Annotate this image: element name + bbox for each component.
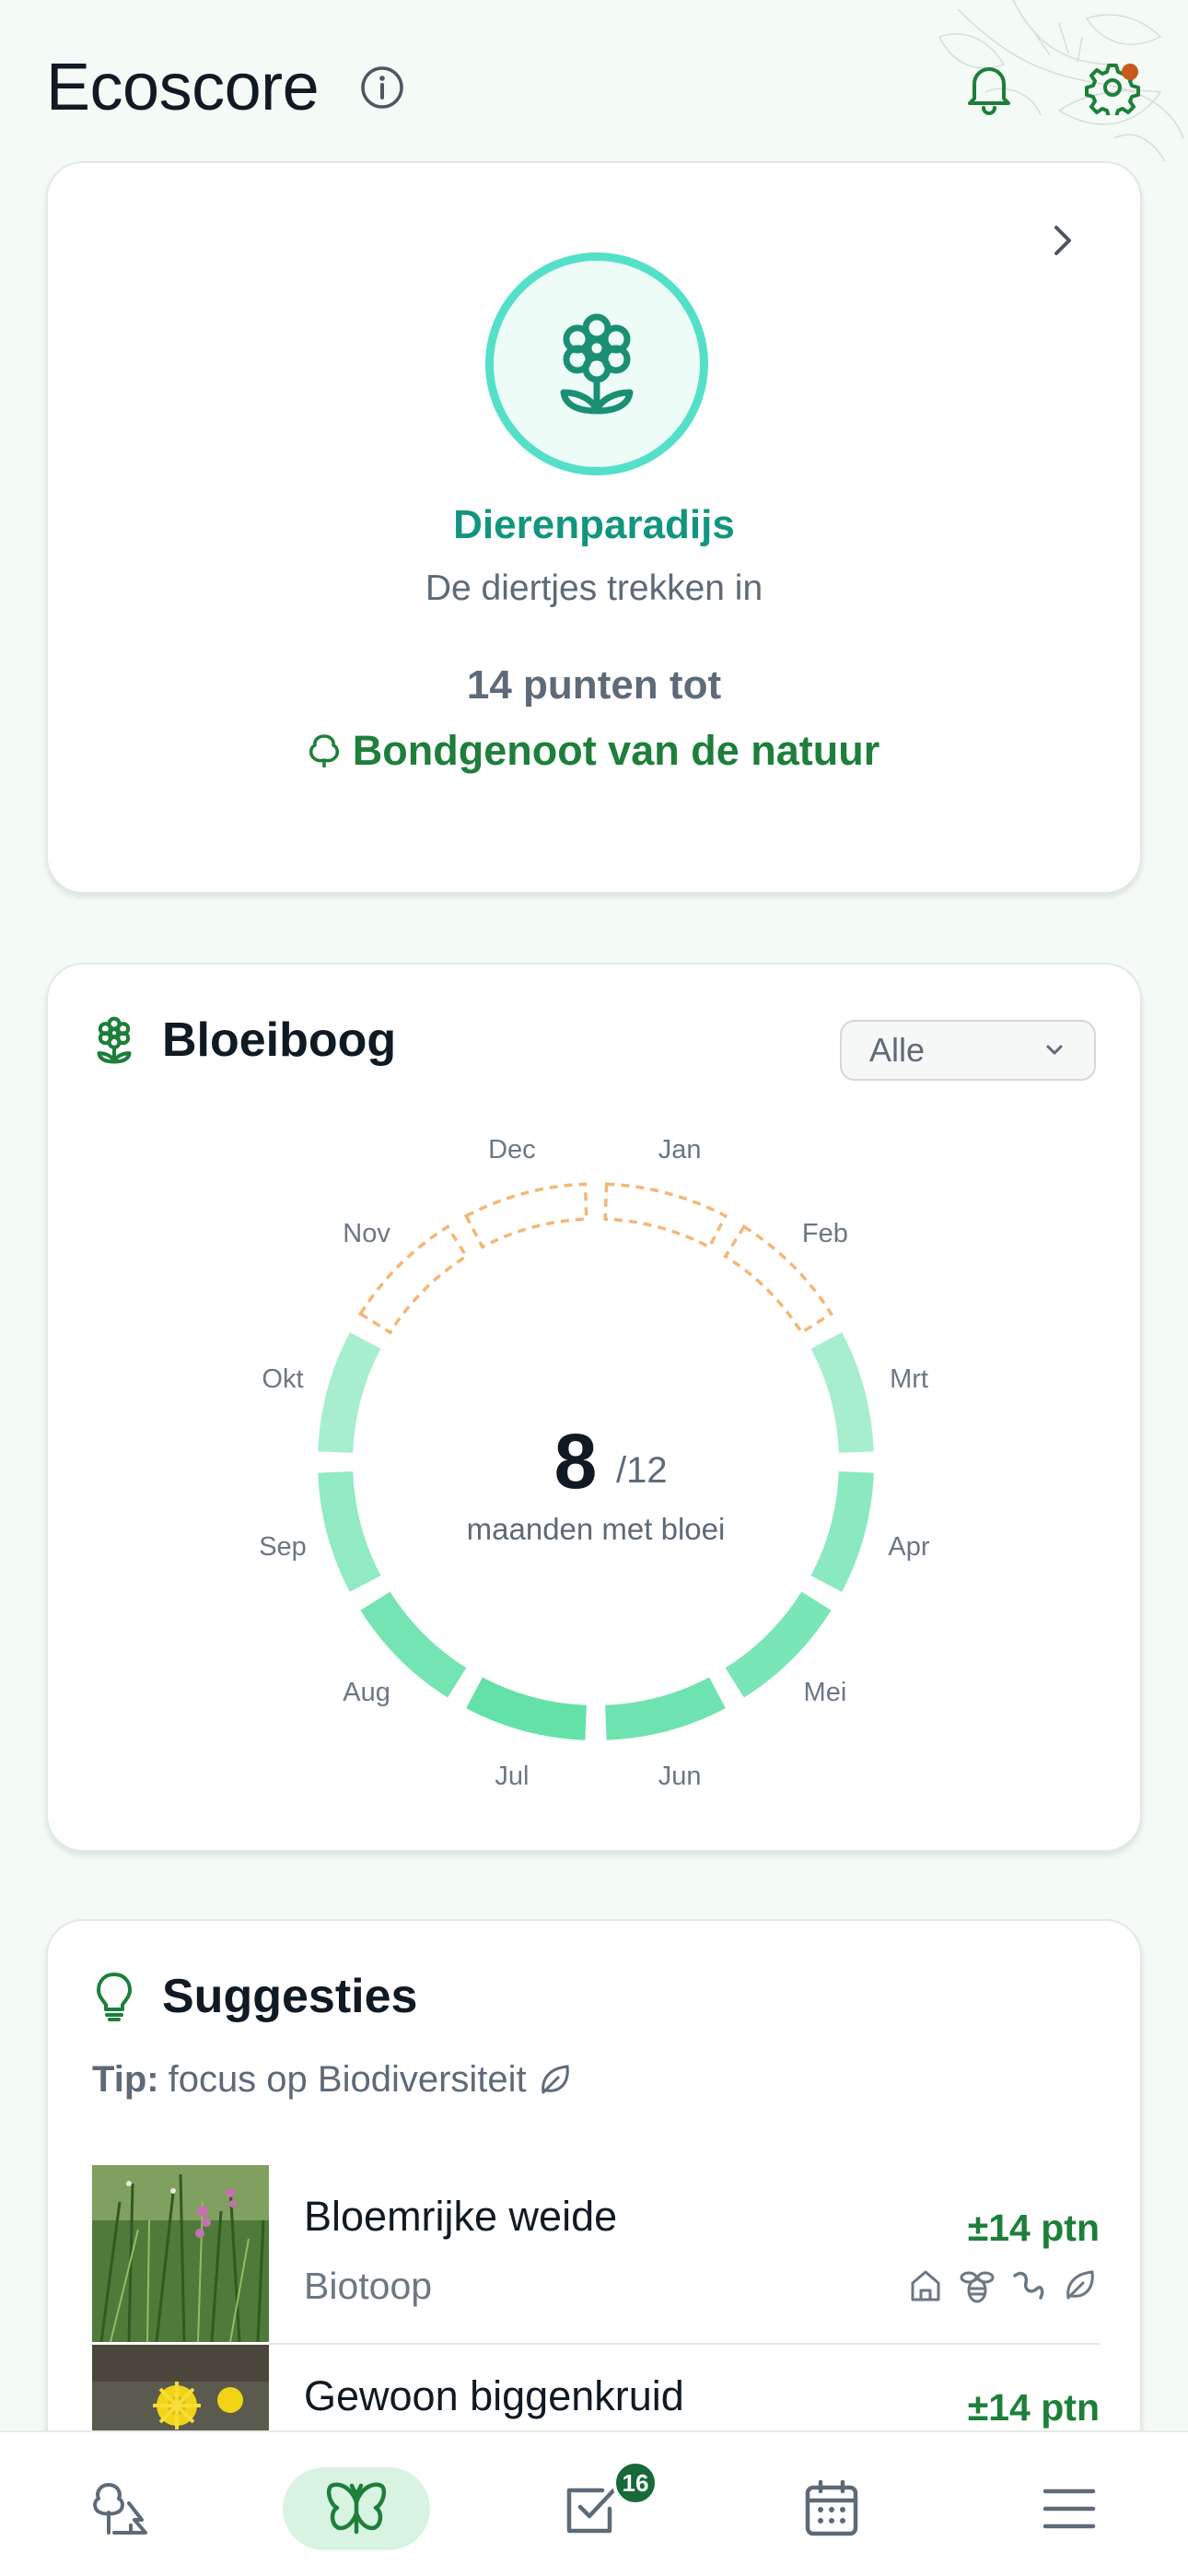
bloom-ring-chart: Jan Feb Mrt Apr Mei Jun Jul Aug Sep Okt Nov Dec 8/12… <box>259 1135 930 1791</box>
tree-icon <box>309 734 339 767</box>
month-label: Apr <box>888 1532 929 1562</box>
nav-item-calendar[interactable] <box>758 2467 905 2550</box>
chevron-right-icon[interactable] <box>1041 218 1085 263</box>
page-title: Ecoscore <box>46 51 320 124</box>
bee-icon <box>960 2271 995 2303</box>
points-to-next-level: 14 punten tot <box>466 662 722 708</box>
nav-item-garden[interactable] <box>45 2467 192 2550</box>
app-header: Ecoscore <box>46 46 1142 129</box>
level-subtitle: De diertjes trekken in <box>425 568 763 608</box>
nav-item-tasks[interactable]: 16 <box>520 2460 668 2550</box>
leaf-icon <box>541 2064 569 2093</box>
level-title: Dierenparadijs <box>453 502 735 547</box>
tip-label: Tip: <box>92 2059 159 2100</box>
suggestion-benefit-icons <box>906 2266 1100 2305</box>
month-label: Jun <box>658 1762 702 1791</box>
chevron-down-icon <box>1046 1045 1063 1055</box>
butterfly-icon <box>326 2482 387 2535</box>
level-badge <box>485 252 708 475</box>
menu-icon <box>1042 2488 1096 2529</box>
month-label: Nov <box>343 1219 390 1248</box>
suggestion-name: Bloemrijke weide <box>304 2193 618 2240</box>
month-label: Jul <box>495 1762 529 1791</box>
month-segment-jul <box>466 1677 587 1740</box>
gear-icon[interactable] <box>1083 58 1142 117</box>
month-segment-dec <box>463 1182 588 1249</box>
month-label: Dec <box>488 1135 536 1165</box>
month-label: Mrt <box>890 1364 928 1394</box>
suggestions-title: Suggesties <box>162 1970 418 2023</box>
month-segment-jan <box>603 1182 728 1249</box>
month-segment-mrt <box>810 1332 874 1453</box>
house-icon <box>911 2270 940 2301</box>
nav-item-ecoscore[interactable] <box>283 2467 430 2550</box>
bottom-nav: 16 <box>0 2430 1188 2576</box>
nav-item-menu[interactable] <box>996 2467 1143 2550</box>
month-segment-apr <box>810 1471 874 1592</box>
bloom-card: Jan Feb Mrt Apr Mei Jun Jul Aug Sep Okt Nov Dec 8/12… <box>46 963 1142 1852</box>
month-segment-jun <box>605 1677 726 1740</box>
bell-icon[interactable] <box>960 58 1019 117</box>
bloom-filter-select[interactable]: Alle <box>840 1020 1096 1081</box>
tip-line: Tip: focus op Biodiversiteit <box>92 2059 575 2101</box>
worm-icon <box>1013 2271 1044 2300</box>
flower-icon <box>560 313 634 415</box>
tasks-badge: 16 <box>612 2460 658 2506</box>
bloom-total: /12 <box>616 1450 668 1491</box>
month-label: Jan <box>658 1135 702 1165</box>
tip-text: focus op Biodiversiteit <box>168 2059 527 2100</box>
suggestion-name: Gewoon biggenkruid <box>304 2372 684 2419</box>
bloom-caption: maanden met bloei <box>467 1512 726 1546</box>
bloom-filter-value: Alle <box>869 1031 926 1069</box>
info-icon[interactable] <box>359 64 405 111</box>
month-label: Mei <box>804 1678 847 1707</box>
month-label: Sep <box>259 1532 307 1562</box>
lightbulb-icon <box>97 1973 132 2021</box>
month-label: Aug <box>343 1678 390 1707</box>
calendar-icon <box>805 2479 858 2536</box>
notification-dot <box>1122 64 1138 80</box>
suggestion-points: ±14 ptn <box>967 2386 1100 2429</box>
bloom-card-header: Bloeiboog <box>94 1013 396 1068</box>
level-card[interactable]: Dierenparadijs De diertjes trekken in 14… <box>46 161 1142 894</box>
month-label: Okt <box>262 1364 303 1394</box>
month-segment-okt <box>318 1332 381 1453</box>
meadow-photo <box>92 2165 269 2342</box>
bloom-count: 8 <box>554 1418 598 1505</box>
leaf-icon <box>1066 2270 1094 2300</box>
month-segment-sep <box>318 1471 381 1592</box>
month-label: Feb <box>802 1219 848 1248</box>
trees-icon <box>93 2483 147 2535</box>
suggestion-item[interactable]: Bloemrijke weide Biotoop ±14 ptn <box>92 2165 1100 2345</box>
next-level-name: Bondgenoot van de natuur <box>352 727 880 774</box>
suggestion-type: Biotoop <box>304 2265 433 2307</box>
suggestions-header: Suggesties <box>94 1969 417 2024</box>
suggestion-points: ±14 ptn <box>967 2207 1100 2249</box>
flower-icon <box>97 1016 132 1064</box>
bloom-card-title: Bloeiboog <box>162 1013 397 1067</box>
next-level: Bondgenoot van de natuur <box>48 727 1140 775</box>
